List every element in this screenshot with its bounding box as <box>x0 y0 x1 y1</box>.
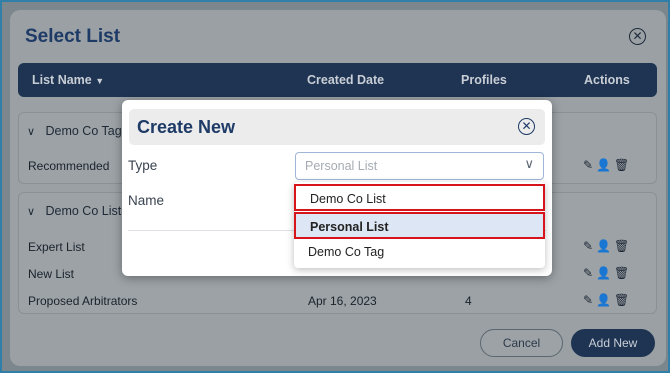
row-actions: ✎👤🗑 <box>583 266 632 280</box>
chevron-down-icon[interactable]: ∨ <box>27 206 35 218</box>
chevron-down-icon[interactable]: ∨ <box>524 156 534 172</box>
type-dropdown-menu: Demo Co List Personal List Demo Co Tag <box>294 182 545 268</box>
app-frame: Select List ✕ List Name ▼ Created Date P… <box>0 0 670 373</box>
type-select[interactable]: Personal List ∨ <box>295 152 544 180</box>
row-actions: ✎👤🗑 <box>583 293 632 307</box>
edit-icon[interactable]: ✎ <box>583 239 596 253</box>
cancel-button[interactable]: Cancel <box>480 329 563 357</box>
row-actions: ✎👤🗑 <box>583 158 632 172</box>
trash-icon[interactable]: 🗑 <box>614 239 632 253</box>
dropdown-option-demo-co-tag[interactable]: Demo Co Tag <box>294 239 545 266</box>
add-user-icon[interactable]: 👤 <box>596 158 614 172</box>
list-name: Proposed Arbitrators <box>28 294 138 308</box>
type-label: Type <box>128 158 158 173</box>
edit-icon[interactable]: ✎ <box>583 293 596 307</box>
dialog-header: Create New ✕ <box>129 109 545 145</box>
trash-icon[interactable]: 🗑 <box>614 293 632 307</box>
list-name: Recommended <box>28 159 110 173</box>
name-label: Name <box>128 193 165 208</box>
row-actions: ✎👤🗑 <box>583 239 632 253</box>
column-header-profiles: Profiles <box>461 73 507 87</box>
sort-down-icon[interactable]: ▼ <box>95 76 104 86</box>
list-name: New List <box>28 267 75 281</box>
add-user-icon[interactable]: 👤 <box>596 293 614 307</box>
table-header: List Name ▼ Created Date Profiles Action… <box>18 63 657 97</box>
select-list-title: Select List <box>25 26 121 47</box>
column-header-created-date: Created Date <box>307 73 385 87</box>
edit-icon[interactable]: ✎ <box>583 266 596 280</box>
group-header[interactable]: ∨ Demo Co Tags <box>27 124 128 138</box>
edit-icon[interactable]: ✎ <box>583 158 596 172</box>
add-user-icon[interactable]: 👤 <box>596 239 614 253</box>
close-icon[interactable]: ✕ <box>629 28 646 45</box>
chevron-down-icon[interactable]: ∨ <box>27 126 35 138</box>
trash-icon[interactable]: 🗑 <box>614 158 632 172</box>
table-row[interactable]: Proposed Arbitrators Apr 16, 2023 4 ✎👤🗑 <box>28 293 648 308</box>
list-name: Expert List <box>28 240 85 254</box>
profiles-count: 4 <box>465 294 472 308</box>
created-date: Apr 16, 2023 <box>308 294 377 308</box>
type-select-value: Personal List <box>305 159 378 173</box>
add-user-icon[interactable]: 👤 <box>596 266 614 280</box>
trash-icon[interactable]: 🗑 <box>614 266 632 280</box>
dropdown-option-demo-co-list[interactable]: Demo Co List <box>294 184 545 211</box>
add-new-button[interactable]: Add New <box>571 329 655 357</box>
column-header-list-name[interactable]: List Name ▼ <box>32 73 104 87</box>
group-header[interactable]: ∨ Demo Co Lists <box>27 204 127 218</box>
column-header-actions: Actions <box>584 73 630 87</box>
close-icon[interactable]: ✕ <box>518 118 535 135</box>
dropdown-option-personal-list[interactable]: Personal List <box>294 212 545 239</box>
dialog-title: Create New <box>137 117 236 137</box>
